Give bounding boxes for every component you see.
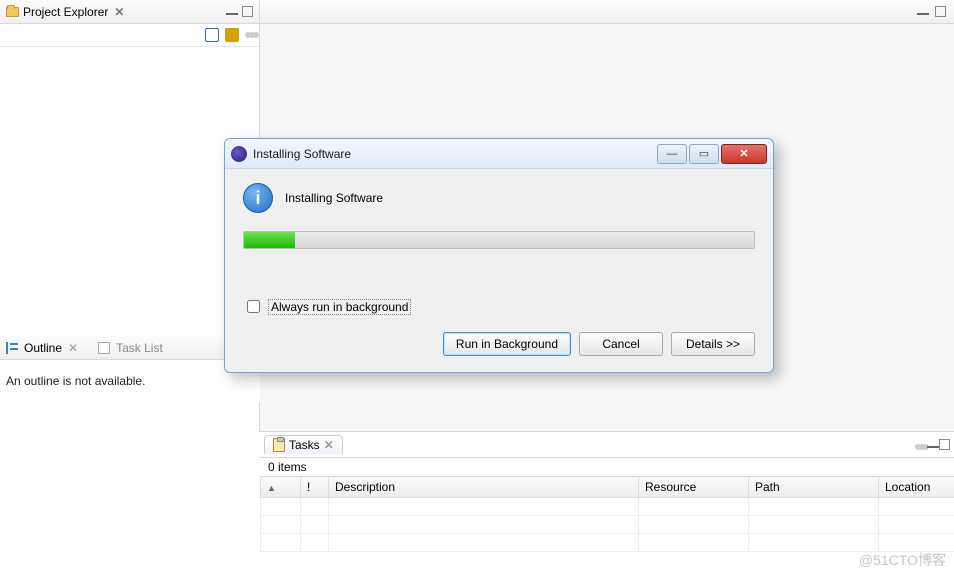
tasks-tabbar: Tasks ✕ <box>260 432 954 458</box>
column-description[interactable]: Description <box>329 477 639 498</box>
close-icon[interactable]: ✕ <box>68 341 78 355</box>
watermark: @51CTO博客 <box>859 550 946 570</box>
view-menu-icon[interactable] <box>915 444 921 450</box>
dialog-titlebar[interactable]: Installing Software — ▭ ✕ <box>225 139 773 169</box>
window-minimize-button[interactable]: — <box>657 144 687 164</box>
close-icon[interactable]: ✕ <box>324 438 334 452</box>
always-run-background-checkbox[interactable] <box>247 300 260 313</box>
tasks-tab[interactable]: Tasks ✕ <box>264 435 343 454</box>
installing-software-dialog: Installing Software — ▭ ✕ i Installing S… <box>224 138 774 373</box>
tasks-panel: Tasks ✕ 0 items ▲ ! Description Resource… <box>260 432 954 576</box>
tasklist-tab[interactable]: Task List <box>116 341 163 355</box>
view-menu-icon[interactable] <box>245 32 251 38</box>
window-close-button[interactable]: ✕ <box>721 144 767 164</box>
dialog-body: i Installing Software Always run in back… <box>225 169 773 372</box>
maximize-view-icon[interactable] <box>939 439 950 450</box>
column-path[interactable]: Path <box>749 477 879 498</box>
dialog-title: Installing Software <box>253 147 651 161</box>
editor-toolbar <box>260 0 954 24</box>
link-with-editor-icon[interactable] <box>225 28 239 42</box>
project-explorer-tab[interactable]: Project Explorer ✕ <box>0 0 259 24</box>
maximize-view-icon[interactable] <box>242 6 253 17</box>
table-row <box>261 534 954 552</box>
sort-asc-icon: ▲ <box>267 483 276 493</box>
tasks-tab-label: Tasks <box>289 438 320 452</box>
dialog-message: Installing Software <box>285 191 383 205</box>
info-icon: i <box>243 183 273 213</box>
close-icon[interactable]: ✕ <box>112 5 126 19</box>
window-maximize-button[interactable]: ▭ <box>689 144 719 164</box>
details-button[interactable]: Details >> <box>671 332 755 356</box>
cancel-button[interactable]: Cancel <box>579 332 663 356</box>
minimize-view-icon[interactable] <box>226 9 238 15</box>
outline-icon <box>6 342 18 354</box>
table-row <box>261 498 954 516</box>
outline-pane: Outline ✕ Task List An outline is not av… <box>0 336 260 402</box>
always-run-background-label[interactable]: Always run in background <box>268 299 411 315</box>
project-explorer-label: Project Explorer <box>23 5 108 19</box>
collapse-all-icon[interactable] <box>205 28 219 42</box>
run-in-background-button[interactable]: Run in Background <box>443 332 571 356</box>
tasklist-icon <box>98 342 110 354</box>
tasks-count: 0 items <box>260 458 954 476</box>
minimize-view-icon[interactable] <box>927 442 939 448</box>
folder-icon <box>6 7 19 17</box>
eclipse-icon <box>231 146 247 162</box>
project-explorer-toolbar <box>0 24 259 47</box>
column-location[interactable]: Location <box>879 477 954 498</box>
progress-fill <box>244 232 295 248</box>
tasks-icon <box>273 438 285 452</box>
outline-tab[interactable]: Outline <box>24 341 62 355</box>
column-resource[interactable]: Resource <box>639 477 749 498</box>
outline-message: An outline is not available. <box>0 360 260 402</box>
outline-tabs: Outline ✕ Task List <box>0 336 260 360</box>
maximize-editor-icon[interactable] <box>935 6 946 17</box>
tasks-table: ▲ ! Description Resource Path Location T… <box>260 476 954 552</box>
table-row <box>261 516 954 534</box>
progress-bar <box>243 231 755 249</box>
column-sort[interactable]: ▲ <box>261 477 301 498</box>
column-priority[interactable]: ! <box>301 477 329 498</box>
minimize-editor-icon[interactable] <box>917 9 929 15</box>
